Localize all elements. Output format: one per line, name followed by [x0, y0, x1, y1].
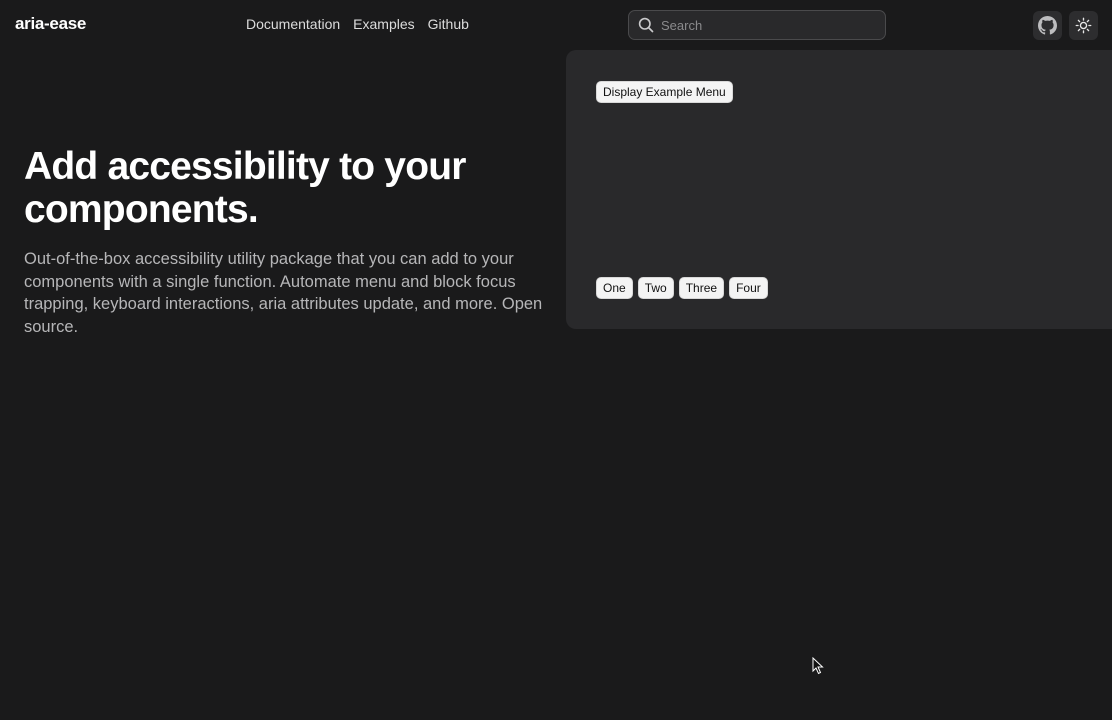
hero-description: Out-of-the-box accessibility utility pac… — [24, 250, 543, 336]
search-icon — [638, 17, 654, 33]
demo-button-one[interactable]: One — [596, 277, 633, 299]
mouse-cursor-icon — [812, 657, 824, 675]
search-input[interactable] — [661, 17, 871, 33]
github-button[interactable] — [1033, 11, 1062, 40]
page: aria-ease Documentation Examples Github — [0, 0, 1112, 720]
top-nav: Documentation Examples Github — [246, 16, 469, 32]
display-example-menu-button[interactable]: Display Example Menu — [596, 81, 733, 103]
theme-toggle-button[interactable] — [1069, 11, 1098, 40]
github-icon — [1038, 16, 1057, 35]
demo-button-group: One Two Three Four — [596, 277, 768, 299]
nav-link-documentation[interactable]: Documentation — [246, 16, 340, 32]
demo-button-two[interactable]: Two — [637, 277, 674, 299]
demo-panel: Display Example Menu One Two Three Four — [566, 50, 1112, 329]
hero-title: Add accessibility to your components. — [24, 145, 466, 231]
nav-link-examples[interactable]: Examples — [353, 16, 414, 32]
demo-button-three[interactable]: Three — [678, 277, 725, 299]
search-box[interactable] — [628, 10, 886, 40]
demo-button-four[interactable]: Four — [729, 277, 768, 299]
sun-icon — [1075, 17, 1092, 34]
nav-link-github[interactable]: Github — [428, 16, 469, 32]
site-logo[interactable]: aria-ease — [15, 14, 86, 34]
